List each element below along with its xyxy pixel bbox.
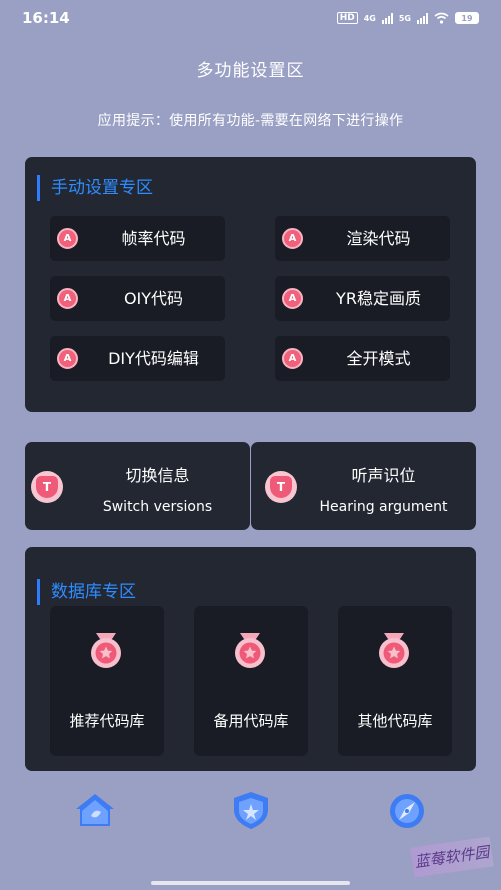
button-label: DIY代码编辑: [108, 349, 199, 368]
card-label: 备用代码库: [213, 712, 289, 730]
other-code-library-card[interactable]: 其他代码库: [338, 606, 452, 756]
button-label: OIY代码: [123, 289, 184, 308]
card-label: 其他代码库: [357, 712, 433, 730]
signal-icon-2: [417, 12, 428, 24]
manual-settings-panel: 手动设置专区 A 帧率代码 A 渲染代码 A OIY代码 A YR稳定画质 A …: [25, 157, 476, 412]
status-icons: HD 4G 5G 19: [336, 12, 479, 24]
battery-icon: 19: [455, 12, 479, 24]
button-label: YR稳定画质: [336, 289, 421, 308]
watermark-logo: 蓝莓软件园: [410, 836, 494, 878]
frame-rate-code-button[interactable]: A 帧率代码: [50, 216, 225, 261]
a-badge-icon: A: [282, 348, 303, 369]
hearing-argument-card[interactable]: T 听声识位 Hearing argument: [251, 442, 476, 530]
diy-code-edit-button[interactable]: A DIY代码编辑: [50, 336, 225, 381]
tab-compass[interactable]: [382, 788, 432, 832]
a-badge-icon: A: [57, 288, 78, 309]
recommended-code-library-card[interactable]: 推荐代码库: [50, 606, 164, 756]
yr-stable-quality-button[interactable]: A YR稳定画质: [275, 276, 450, 321]
switch-versions-card[interactable]: T 切换信息 Switch versions: [25, 442, 250, 530]
render-code-button[interactable]: A 渲染代码: [275, 216, 450, 261]
home-icon: [76, 794, 114, 826]
home-indicator[interactable]: [151, 881, 350, 885]
signal-icon: [381, 12, 393, 24]
network-4g-label: 4G: [363, 13, 376, 23]
a-badge-icon: A: [282, 228, 303, 249]
tab-home[interactable]: [70, 788, 120, 832]
medal-icon: [235, 633, 265, 668]
card-subtitle: Hearing argument: [319, 499, 448, 515]
button-label: 全开模式: [346, 349, 411, 368]
card-title: 听声识位: [351, 466, 416, 485]
shield-icon: [234, 792, 268, 829]
database-panel: 数据库专区 推荐代码库 备用代码库 其他代码库: [25, 547, 476, 771]
status-bar: 16:14 HD 4G 5G 19: [0, 0, 501, 36]
manual-section-title: 手动设置专区: [37, 175, 153, 201]
bottom-tab-bar: [0, 788, 501, 832]
a-badge-icon: A: [57, 228, 78, 249]
page-title: 多功能设置区: [196, 61, 305, 81]
tab-shield[interactable]: [226, 788, 276, 832]
backup-code-library-card[interactable]: 备用代码库: [194, 606, 308, 756]
wifi-icon: [434, 12, 449, 24]
medal-icon: [91, 633, 121, 668]
usage-hint: 应用提示：使用所有功能-需要在网络下进行操作: [97, 113, 404, 129]
hd-icon: HD: [336, 12, 358, 24]
compass-icon: [390, 794, 424, 828]
a-badge-icon: A: [282, 288, 303, 309]
button-label: 帧率代码: [121, 229, 186, 248]
card-subtitle: Switch versions: [102, 499, 213, 515]
status-time: 16:14: [22, 9, 70, 27]
card-label: 推荐代码库: [69, 712, 145, 730]
oiy-code-button[interactable]: A OIY代码: [50, 276, 225, 321]
card-title: 切换信息: [125, 466, 190, 485]
medal-icon: [379, 633, 409, 668]
database-section-title: 数据库专区: [37, 579, 136, 605]
t-badge-icon: T: [31, 471, 63, 503]
full-open-mode-button[interactable]: A 全开模式: [275, 336, 450, 381]
a-badge-icon: A: [57, 348, 78, 369]
t-badge-letter: T: [36, 476, 58, 498]
button-label: 渲染代码: [346, 229, 411, 248]
network-5g-label: 5G: [398, 13, 411, 23]
t-badge-letter: T: [270, 476, 292, 498]
